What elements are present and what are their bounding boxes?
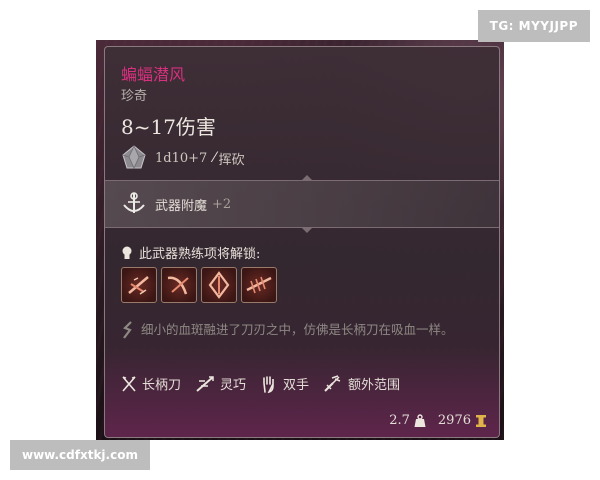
item-name: 蝙蝠潜风: [121, 65, 186, 84]
weapon-mastery-label: 此武器熟练项将解锁:: [139, 247, 261, 262]
enchantment-icon: [123, 192, 145, 213]
property-label: 长柄刀: [142, 378, 182, 393]
weapon-mastery-header: 此武器熟练项将解锁:: [121, 243, 260, 262]
property-finesse: 灵巧: [195, 374, 246, 393]
quote-icon: [123, 321, 132, 339]
property-label: 双手: [283, 378, 310, 393]
flavor-text-row: 细小的血斑融进了刀刃之中，仿佛是长柄刀在吸血一样。: [121, 319, 487, 340]
item-tooltip: 蝙蝠潜风 珍奇 8~17伤害 1d10+7 ⁄ 挥砍 武器附魔 +2 此武器熟练…: [104, 46, 500, 438]
divider-notch: [301, 227, 313, 233]
pommel-strike-icon[interactable]: [201, 267, 237, 303]
screenshot-stage: TG: MYYJJPP 蝙蝠潜风 珍奇 8~17伤害 1d10+7 ⁄ 挥砍 武…: [0, 0, 600, 480]
damage-type: 挥砍: [218, 152, 245, 168]
damage-dice-row: 1d10+7 ⁄ 挥砍: [121, 145, 245, 171]
gold-coin-icon: [476, 414, 486, 427]
lightbulb-icon: [122, 246, 132, 259]
flavor-text: 细小的血斑融进了刀刃之中，仿佛是长柄刀在吸血一样。: [141, 322, 454, 337]
enchantment-label: 武器附魔: [155, 198, 208, 214]
weight-value: 2.7: [389, 413, 410, 428]
item-footer: 2.7 2976: [389, 413, 487, 428]
weight-icon: [414, 413, 426, 427]
gold-value: 2976: [437, 413, 471, 428]
two-handed-icon: [263, 375, 274, 393]
watermark-tg: TG: MYYJJPP: [477, 10, 590, 42]
item-rarity: 珍奇: [121, 89, 148, 104]
property-label: 灵巧: [220, 378, 247, 393]
weapon-actions: [121, 267, 281, 303]
dice-value: 1d10+7: [155, 150, 208, 166]
weapon-properties: 长柄刀 灵巧 双手 额外范围: [121, 374, 414, 393]
property-reach: 额外范围: [323, 374, 400, 393]
damage-range: 8~17伤害: [121, 115, 216, 139]
finesse-icon: [196, 375, 214, 392]
glaive-icon: [122, 375, 136, 392]
lacerate-action-icon[interactable]: [161, 267, 197, 303]
property-two-handed: 双手: [260, 374, 309, 393]
enchantment-row: 武器附魔 +2: [105, 181, 499, 227]
reach-icon: [324, 374, 341, 392]
property-glaive: 长柄刀: [121, 374, 181, 393]
slash-action-icon[interactable]: [121, 267, 157, 303]
enchantment-value: +2: [212, 196, 232, 212]
cleave-action-icon[interactable]: [241, 267, 277, 303]
watermark-website: www.cdfxtkj.com: [10, 440, 150, 470]
slash-damage-icon: ⁄: [213, 150, 216, 166]
d10-dice-icon: [122, 145, 146, 169]
property-label: 额外范围: [348, 378, 401, 393]
